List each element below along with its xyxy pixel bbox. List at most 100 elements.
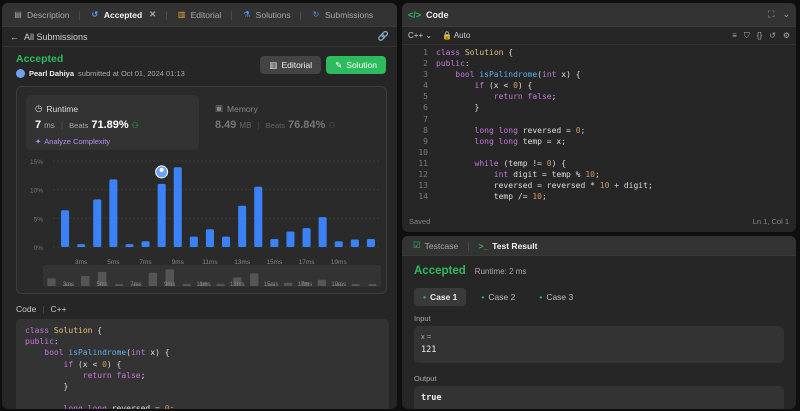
tab-submissions[interactable]: ↻ Submissions: [306, 3, 378, 27]
beats-badge-icon: ⚇: [131, 121, 139, 130]
chart-bar[interactable]: [318, 217, 327, 247]
overview-tick-label: 7ms: [130, 282, 141, 288]
chart-bar[interactable]: [238, 205, 247, 247]
chevron-down-icon[interactable]: ⌄: [782, 9, 790, 20]
close-tab-icon[interactable]: ✕: [149, 9, 156, 20]
chevron-down-icon: ⌄: [425, 31, 433, 40]
clock-icon: ◷: [35, 103, 43, 113]
tab-solutions[interactable]: ⚗ Solutions: [237, 3, 296, 27]
chart-bar[interactable]: [366, 238, 375, 247]
reset-icon[interactable]: ↺: [769, 31, 776, 41]
result-runtime: Runtime: 2 ms: [474, 267, 527, 276]
chart-overview-slider[interactable]: 3ms 5ms 7ms 9ms 11ms 13ms 15ms 17ms 19ms: [17, 263, 388, 289]
overview-tick-label: 3ms: [63, 282, 74, 288]
chart-bar[interactable]: [205, 229, 214, 247]
link-icon[interactable]: 🔗: [378, 31, 389, 42]
auto-toggle[interactable]: 🔒 Auto: [442, 31, 470, 40]
case-3-tab[interactable]: • Case 3: [530, 288, 582, 306]
editorial-button[interactable]: ▥ Editorial: [260, 56, 322, 74]
bookmark-icon[interactable]: ⛉: [744, 31, 750, 41]
output-box: true: [414, 386, 784, 409]
chart-bar[interactable]: [286, 231, 295, 247]
avatar[interactable]: [16, 69, 25, 78]
editor-text[interactable]: class Solution { public: bool isPalindro…: [436, 47, 653, 202]
terminal-icon: >_: [478, 240, 489, 251]
overview-bar: [250, 273, 259, 286]
chart-bar[interactable]: [270, 238, 279, 247]
overview-bar: [351, 284, 360, 286]
chart-bar[interactable]: [109, 179, 118, 247]
description-icon: ▤: [14, 10, 22, 19]
stats-box: ◷ Runtime 7 ms | Beats 71.89% ⚇ ✦ Analyze …: [16, 86, 387, 294]
beats-badge-icon: ⚇: [328, 121, 336, 130]
chart-bar[interactable]: [77, 244, 86, 247]
input-label: Input: [414, 314, 431, 323]
code-lang: C++: [50, 303, 67, 314]
analyze-complexity-link[interactable]: ✦ Analyze Complexity: [35, 137, 110, 146]
arrow-left-icon: ←: [10, 31, 19, 42]
chart-bar[interactable]: [222, 236, 231, 247]
y-tick-label: 5%: [34, 216, 44, 223]
memory-value: 8.49: [215, 119, 237, 131]
tab-description[interactable]: ▤ Description: [8, 3, 75, 27]
submitted-time: submitted at Oct 01, 2024 01:13: [78, 69, 185, 78]
chart-bar[interactable]: [125, 244, 134, 247]
all-submissions-link[interactable]: ← All Submissions: [10, 32, 88, 42]
output-label: Output: [414, 374, 437, 383]
chart-bar[interactable]: [334, 241, 343, 247]
output-value: true: [421, 393, 442, 403]
code-label: Code: [16, 303, 37, 314]
runtime-distribution-chart[interactable]: 15%10%5%0%3ms 5ms 7ms 9ms 11ms 13ms 15ms 17ms 19…: [17, 155, 388, 275]
code-editor[interactable]: 1 2 3 4 5 6 7 8 9 10 11 12 13 14 class Solution { pub…: [402, 47, 796, 208]
code-icon: </>: [408, 9, 422, 20]
runtime-card[interactable]: ◷ Runtime 7 ms | Beats 71.89% ⚇ ✦ Analyze …: [26, 95, 199, 150]
left-tabbar: ▤ Description | ↺ Accepted ✕ | ▥ Editorial |…: [2, 3, 397, 27]
input-var: x =: [421, 332, 432, 341]
language-select[interactable]: C++ ⌄: [408, 31, 432, 40]
input-box: x = 121: [414, 326, 784, 363]
memory-card[interactable]: ▣ Memory 8.49 MB | Beats 76.84% ⚇: [215, 95, 375, 150]
braces-icon[interactable]: {}: [757, 31, 762, 41]
case-1-tab[interactable]: • Case 1: [414, 288, 467, 306]
chart-bar[interactable]: [157, 183, 166, 247]
input-value: 121: [421, 345, 437, 355]
chart-bar[interactable]: [302, 228, 311, 247]
user-name[interactable]: Pearl Dahiya: [29, 69, 74, 78]
expand-icon[interactable]: ⛶: [768, 9, 774, 20]
chart-bar[interactable]: [350, 239, 359, 247]
chart-bar[interactable]: [254, 186, 263, 247]
user-avatar-marker: [155, 165, 169, 179]
chart-bar[interactable]: [189, 236, 198, 247]
overview-tick-label: 19ms: [331, 282, 346, 288]
overview-tick-label: 17ms: [298, 282, 313, 288]
status-title: Accepted: [16, 53, 64, 65]
overview-track[interactable]: [43, 265, 381, 287]
flask-icon: ⚗: [243, 10, 251, 19]
settings-icon[interactable]: ⚙: [783, 31, 790, 41]
submitted-code: class Solution { public: bool isPalindro…: [16, 319, 389, 409]
tab-editorial[interactable]: ▥ Editorial: [172, 3, 227, 27]
format-icon[interactable]: ≡: [732, 31, 737, 41]
overview-bar: [182, 283, 191, 286]
save-status: Saved: [409, 216, 431, 226]
overview-bar: [283, 282, 293, 286]
chart-bar[interactable]: [93, 199, 102, 247]
cursor-position: Ln 1, Col 1: [752, 216, 789, 226]
chart-bar[interactable]: [173, 167, 182, 247]
overview-bar: [47, 278, 56, 286]
overview-tick-label: 15ms: [264, 282, 279, 288]
overview-bar: [317, 279, 327, 286]
chart-bar[interactable]: [141, 241, 150, 247]
tab-testcase[interactable]: ☑ Testcase: [408, 236, 463, 256]
tab-accepted[interactable]: ↺ Accepted ✕: [85, 3, 161, 27]
book-icon: ▥: [269, 59, 278, 70]
history-icon: ↺: [91, 10, 99, 19]
tab-test-result[interactable]: >_ Test Result: [474, 236, 543, 256]
editor-title: Code: [426, 9, 449, 20]
user-marker[interactable]: [155, 165, 169, 179]
edit-icon: ✎: [335, 59, 343, 70]
y-tick-label: 0%: [34, 245, 44, 252]
case-2-tab[interactable]: • Case 2: [472, 288, 524, 306]
solution-button[interactable]: ✎ Solution: [326, 56, 386, 74]
chart-bar[interactable]: [61, 210, 70, 247]
